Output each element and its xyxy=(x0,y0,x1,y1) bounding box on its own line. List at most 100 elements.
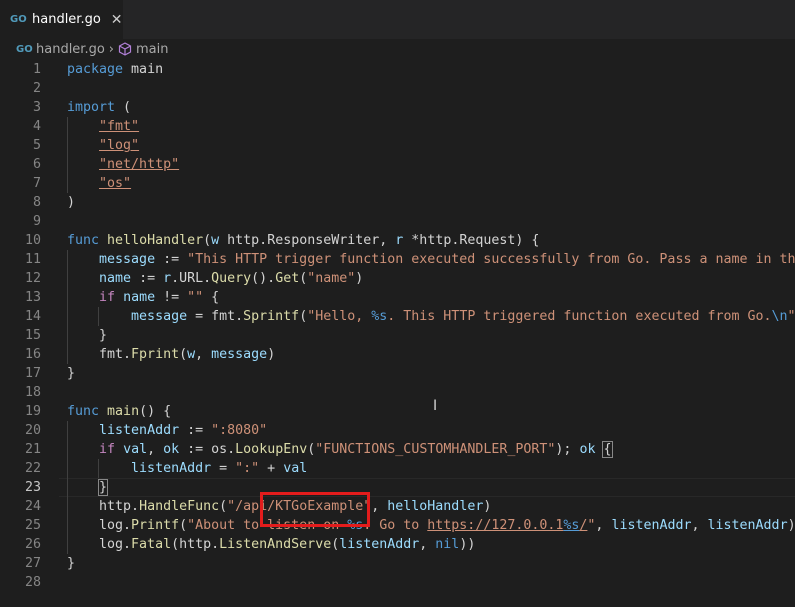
code-token: https://127.0.0.1 xyxy=(427,518,564,533)
code-text[interactable]: func helloHandler(w http.ResponseWriter,… xyxy=(67,231,539,250)
code-token: message xyxy=(131,309,188,324)
indent-guide xyxy=(67,174,68,193)
code-line[interactable]: 15 } xyxy=(0,326,795,345)
code-token: ListenAndServe xyxy=(219,537,332,552)
code-line[interactable]: 12 name := r.URL.Query().Get("name") xyxy=(0,269,795,288)
code-line[interactable]: 22 listenAddr = ":" + val xyxy=(0,459,795,478)
line-number: 25 xyxy=(24,518,41,533)
code-text[interactable]: package main xyxy=(67,60,163,79)
code-line[interactable]: 11 message := "This HTTP trigger functio… xyxy=(0,250,795,269)
code-editor[interactable]: 1 package main 2 3 import (4 "fmt" 5 "log" 6 "… xyxy=(0,60,795,607)
line-number: 27 xyxy=(24,556,41,571)
code-line[interactable]: 17} xyxy=(0,364,795,383)
close-icon[interactable]: ✕ xyxy=(111,12,123,28)
line-number: 10 xyxy=(24,233,41,248)
code-token: )) xyxy=(459,537,476,552)
code-line[interactable]: 23 } xyxy=(0,478,795,497)
code-line[interactable]: 5 "log" xyxy=(0,136,795,155)
code-text[interactable]: "fmt" xyxy=(67,117,139,136)
code-text[interactable]: "net/http" xyxy=(67,155,179,174)
code-token: ":8080" xyxy=(211,423,268,438)
code-line[interactable]: 28 xyxy=(0,573,795,592)
code-token: func xyxy=(67,233,100,248)
code-line[interactable]: 10 func helloHandler(w http.ResponseWrite… xyxy=(0,231,795,250)
code-text[interactable]: "log" xyxy=(67,136,139,155)
code-text[interactable]: log.Fatal(http.ListenAndServe(listenAddr… xyxy=(67,535,475,554)
code-text[interactable]: fmt.Fprint(w, message) xyxy=(67,345,275,364)
code-line[interactable]: 6 "net/http" xyxy=(0,155,795,174)
code-text[interactable]: name := r.URL.Query().Get("name") xyxy=(67,269,363,288)
code-token: ( xyxy=(179,518,188,533)
code-text[interactable]: if val, ok := os.LookupEnv("FUNCTIONS_CU… xyxy=(67,440,613,459)
code-token: listenAddr xyxy=(131,461,212,476)
code-line[interactable]: 7 "os" xyxy=(0,174,795,193)
code-line[interactable]: 21 if val, ok := os.LookupEnv("FUNCTIONS… xyxy=(0,440,795,459)
code-text[interactable]: log.Printf("About to listen on %s. Go to… xyxy=(67,516,795,535)
code-line[interactable]: 16 fmt.Fprint(w, message) xyxy=(0,345,795,364)
code-token: } xyxy=(67,556,76,571)
breadcrumb-symbol[interactable]: main xyxy=(136,42,168,57)
code-text[interactable]: message := "This HTTP trigger function e… xyxy=(67,250,795,269)
code-line[interactable]: 25 log.Printf("About to listen on %s. Go… xyxy=(0,516,795,535)
code-line[interactable]: 27} xyxy=(0,554,795,573)
line-number: 13 xyxy=(24,290,41,305)
code-text[interactable]: import ( xyxy=(67,98,131,117)
indent-guide xyxy=(67,440,68,459)
code-text[interactable]: } xyxy=(67,326,107,345)
code-text[interactable]: } xyxy=(67,364,75,383)
code-line[interactable]: 3 import ( xyxy=(0,98,795,117)
code-line[interactable]: 24 http.HandleFunc("/api/KTGoExample", h… xyxy=(0,497,795,516)
code-text[interactable]: ) xyxy=(67,193,75,212)
code-text[interactable]: } xyxy=(67,478,109,497)
code-text[interactable]: if name != "" { xyxy=(67,288,219,307)
code-token: "" xyxy=(187,290,204,305)
code-text[interactable]: listenAddr := ":8080" xyxy=(67,421,267,440)
code-text[interactable]: } xyxy=(67,554,75,573)
line-number: 14 xyxy=(24,309,41,324)
code-line[interactable]: 14 message = fmt.Sprintf("Hello, %s. Thi… xyxy=(0,307,795,326)
code-text[interactable]: message = fmt.Sprintf("Hello, %s. This H… xyxy=(67,307,795,326)
code-text[interactable]: listenAddr = ":" + val xyxy=(67,459,307,478)
code-token: () { xyxy=(139,404,172,419)
indent-guide xyxy=(67,250,68,269)
code-text[interactable]: func main() { xyxy=(67,402,171,421)
code-line[interactable]: 4 "fmt" xyxy=(0,117,795,136)
code-line[interactable]: 9 xyxy=(0,212,795,231)
tab-handler-go[interactable]: GO handler.go ✕ xyxy=(0,0,123,39)
code-line[interactable]: 19 func main() { xyxy=(0,402,795,421)
code-line[interactable]: 13 if name != "" { xyxy=(0,288,795,307)
code-line[interactable]: 18 xyxy=(0,383,795,402)
line-number: 12 xyxy=(24,271,41,286)
code-line[interactable]: 20 listenAddr := ":8080" xyxy=(0,421,795,440)
code-token: ); xyxy=(555,442,580,457)
indent-guide xyxy=(67,421,68,440)
code-token: "fmt" xyxy=(99,119,140,134)
code-line[interactable]: 1 package main xyxy=(0,60,795,79)
code-token: := xyxy=(131,271,164,286)
code-token: ) xyxy=(267,347,276,362)
breadcrumb-file[interactable]: handler.go xyxy=(36,42,105,57)
code-line[interactable]: 8) xyxy=(0,193,795,212)
code-token: "Hello, xyxy=(307,309,372,324)
indent-guide xyxy=(67,345,68,364)
breadcrumb: GO handler.go › main xyxy=(0,39,795,59)
indent-guide xyxy=(67,136,68,155)
indent-guide xyxy=(67,117,68,136)
line-number: 9 xyxy=(32,214,41,229)
line-number: 26 xyxy=(24,537,41,552)
code-token: log. xyxy=(67,537,132,552)
code-token: package xyxy=(67,62,124,77)
code-token: "net/http" xyxy=(99,157,180,172)
code-line[interactable]: 2 xyxy=(0,79,795,98)
code-token: ) xyxy=(355,271,364,286)
code-token: (http. xyxy=(171,537,220,552)
code-text[interactable]: "os" xyxy=(67,174,131,193)
code-token: Fprint xyxy=(131,347,180,362)
code-line[interactable]: 26 log.Fatal(http.ListenAndServe(listenA… xyxy=(0,535,795,554)
